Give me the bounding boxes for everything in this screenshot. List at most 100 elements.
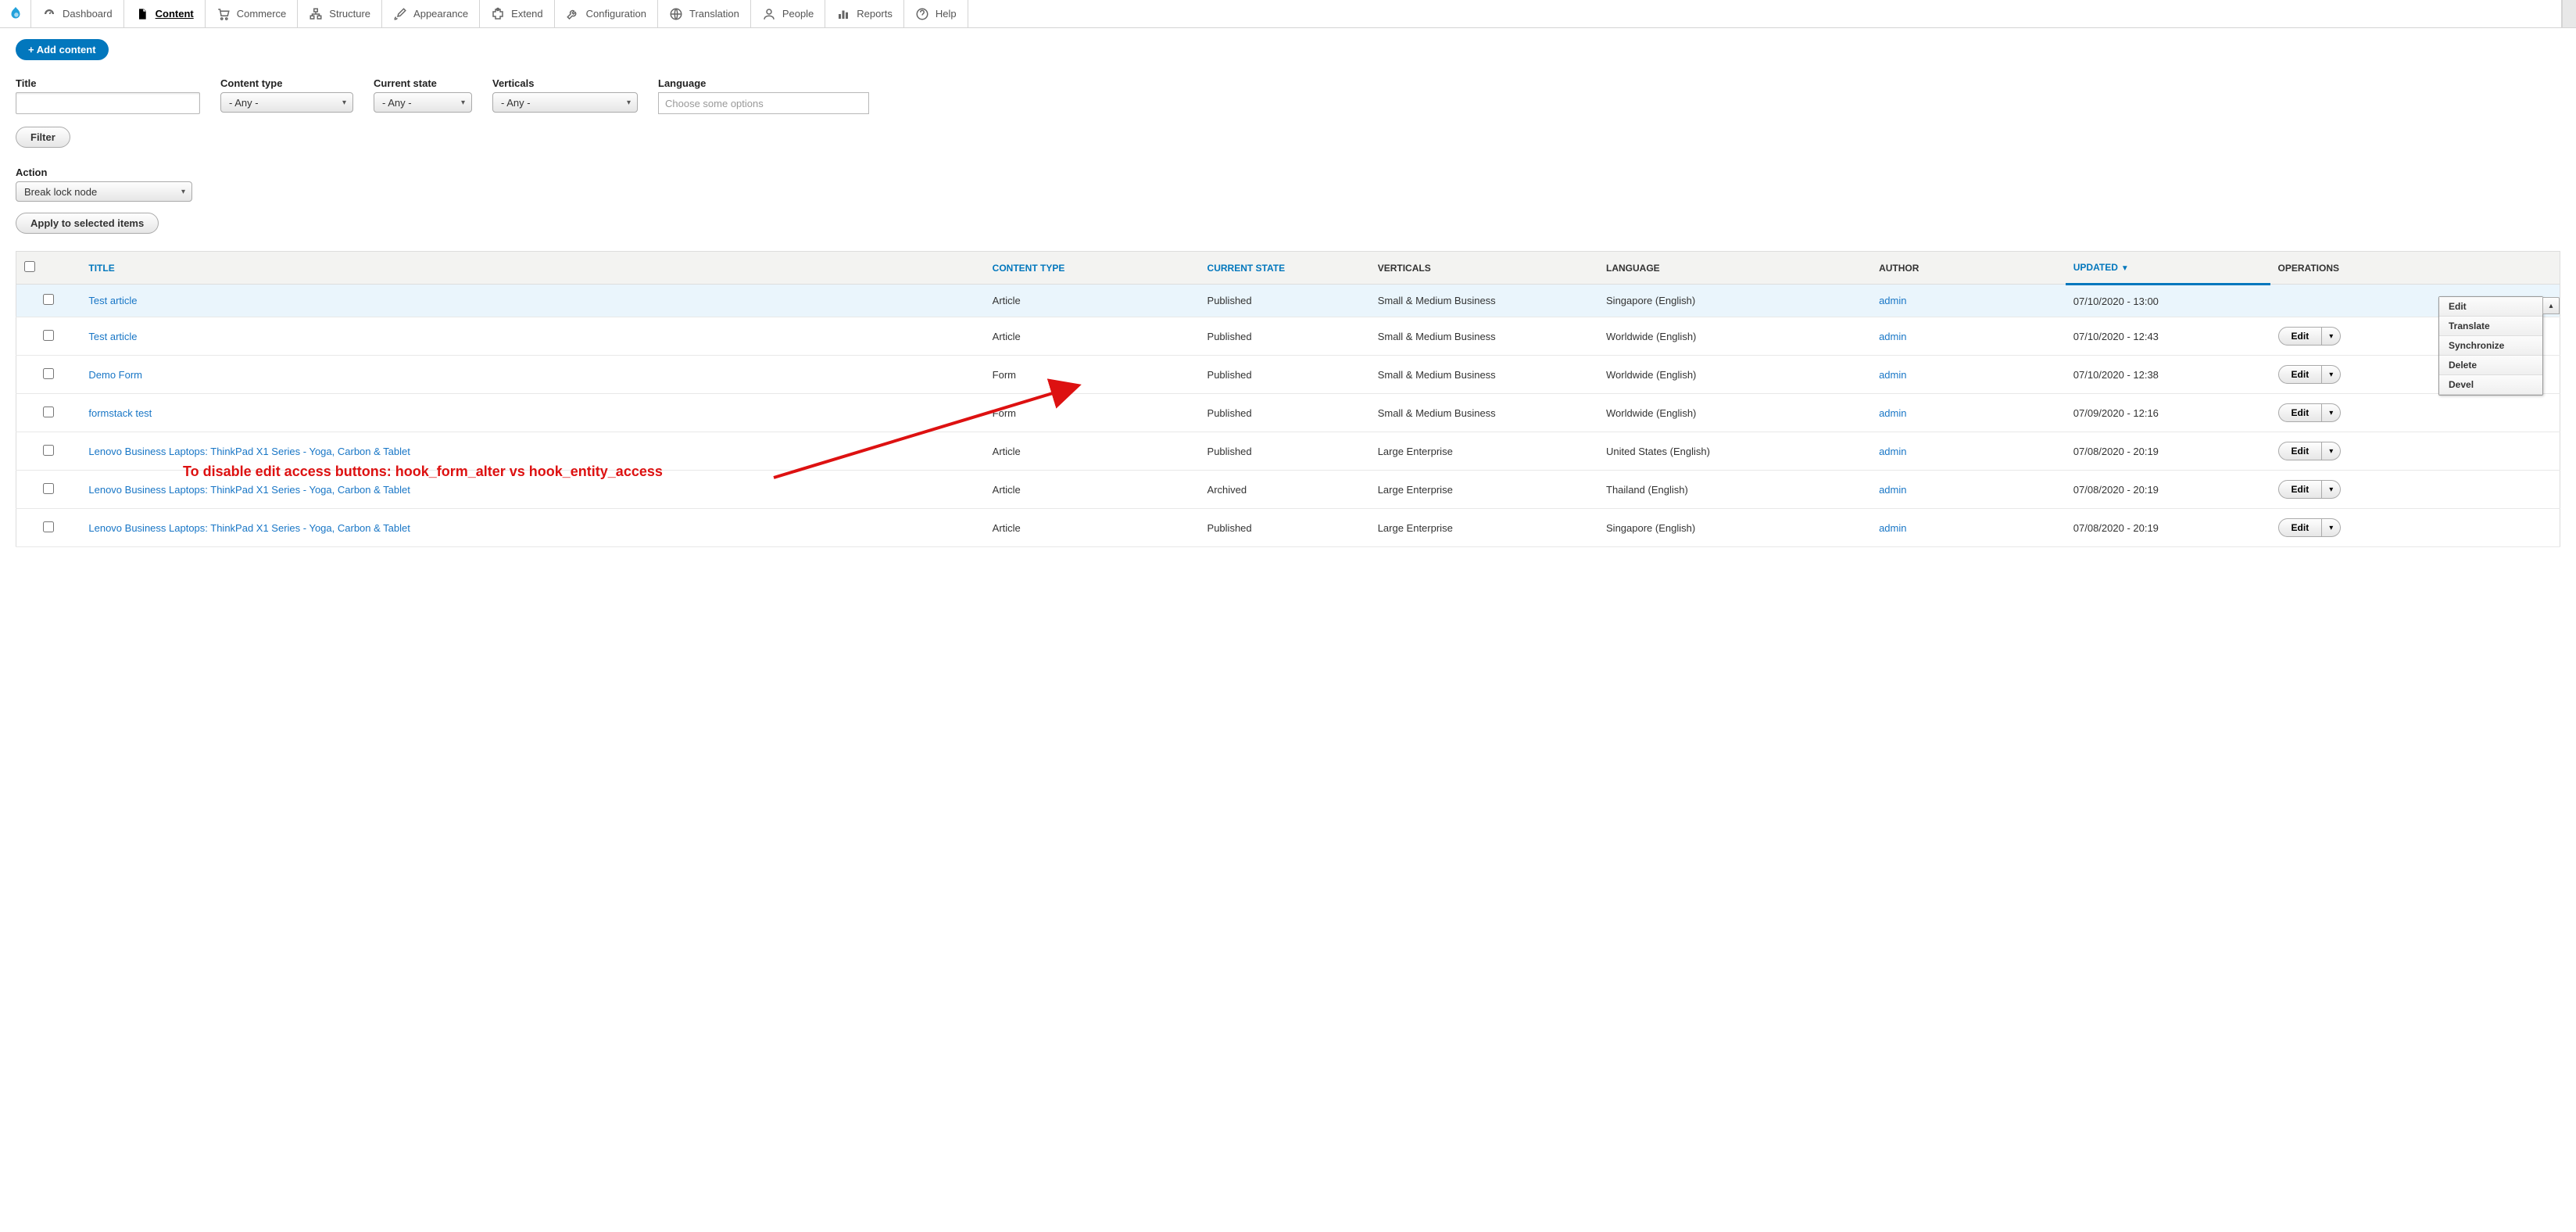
- row-verticals: Small & Medium Business: [1370, 317, 1598, 356]
- language-input[interactable]: Choose some options: [658, 92, 869, 114]
- row-content-type: Article: [985, 509, 1200, 547]
- toolbar-dashboard[interactable]: Dashboard: [31, 0, 124, 27]
- dd-collapse-icon[interactable]: ▴: [2542, 297, 2560, 314]
- toolbar-people[interactable]: People: [751, 0, 825, 27]
- edit-button[interactable]: Edit: [2278, 365, 2323, 384]
- apply-button[interactable]: Apply to selected items: [16, 213, 159, 234]
- row-operations: Edit▾: [2270, 509, 2560, 547]
- row-checkbox[interactable]: [43, 445, 54, 456]
- toolbar-commerce[interactable]: Commerce: [206, 0, 299, 27]
- row-operations: Edit▾: [2270, 471, 2560, 509]
- row-content-type: Form: [985, 394, 1200, 432]
- edit-dropdown-toggle[interactable]: ▾: [2322, 365, 2341, 384]
- content-type-select[interactable]: - Any -: [220, 92, 353, 113]
- row-author-link[interactable]: admin: [1879, 407, 1906, 419]
- header-title[interactable]: TITLE: [80, 252, 984, 285]
- row-language: Worldwide (English): [1598, 356, 1871, 394]
- row-verticals: Small & Medium Business: [1370, 285, 1598, 317]
- toolbar-structure[interactable]: Structure: [298, 0, 382, 27]
- filter-button[interactable]: Filter: [16, 127, 70, 148]
- edit-dropdown-toggle[interactable]: ▾: [2322, 327, 2341, 346]
- row-title-link[interactable]: Test article: [88, 331, 137, 342]
- row-checkbox[interactable]: [43, 294, 54, 305]
- row-state: Published: [1200, 356, 1370, 394]
- row-checkbox[interactable]: [43, 521, 54, 532]
- dd-delete[interactable]: Delete: [2439, 356, 2542, 375]
- edit-dropdown-toggle[interactable]: ▾: [2322, 403, 2341, 422]
- row-checkbox[interactable]: [43, 330, 54, 341]
- row-content-type: Article: [985, 432, 1200, 471]
- row-content-type: Form: [985, 356, 1200, 394]
- row-language: Singapore (English): [1598, 285, 1871, 317]
- row-author-link[interactable]: admin: [1879, 446, 1906, 457]
- edit-button[interactable]: Edit: [2278, 327, 2323, 346]
- dd-devel[interactable]: Devel: [2439, 375, 2542, 395]
- row-title-link[interactable]: Demo Form: [88, 369, 142, 381]
- toolbar-reports[interactable]: Reports: [825, 0, 904, 27]
- row-title-link[interactable]: formstack test: [88, 407, 152, 419]
- row-state: Archived: [1200, 471, 1370, 509]
- edit-button[interactable]: Edit: [2278, 480, 2323, 499]
- edit-dropdown-toggle[interactable]: ▾: [2322, 480, 2341, 499]
- person-icon: [762, 7, 776, 21]
- operations-dropdown: Edit Translate Synchronize Delete Devel …: [2438, 296, 2543, 396]
- row-checkbox[interactable]: [43, 483, 54, 494]
- edit-button[interactable]: Edit: [2278, 442, 2323, 460]
- row-verticals: Large Enterprise: [1370, 471, 1598, 509]
- row-checkbox[interactable]: [43, 368, 54, 379]
- header-operations: OPERATIONS: [2270, 252, 2560, 285]
- add-content-button[interactable]: + Add content: [16, 39, 109, 60]
- verticals-select[interactable]: - Any -: [492, 92, 638, 113]
- row-author-link[interactable]: admin: [1879, 331, 1906, 342]
- select-all-checkbox[interactable]: [24, 261, 35, 272]
- row-author-link[interactable]: admin: [1879, 369, 1906, 381]
- toolbar-spacer: [968, 0, 2562, 27]
- verticals-label: Verticals: [492, 77, 638, 89]
- table-row: Test article Article Published Small & M…: [16, 285, 2560, 317]
- toolbar-extend[interactable]: Extend: [480, 0, 554, 27]
- row-title-link[interactable]: Lenovo Business Laptops: ThinkPad X1 Ser…: [88, 446, 410, 457]
- edit-dropdown-toggle[interactable]: ▾: [2322, 518, 2341, 537]
- row-author-link[interactable]: admin: [1879, 484, 1906, 496]
- row-updated: 07/10/2020 - 12:38: [2066, 356, 2270, 394]
- header-updated[interactable]: UPDATED▼: [2066, 252, 2270, 285]
- dd-synchronize[interactable]: Synchronize: [2439, 336, 2542, 356]
- toolbar-translation[interactable]: Translation: [658, 0, 751, 27]
- toolbar-appearance[interactable]: Appearance: [382, 0, 480, 27]
- edit-button[interactable]: Edit: [2278, 403, 2323, 422]
- header-language: LANGUAGE: [1598, 252, 1871, 285]
- toolbar-handle[interactable]: [2562, 0, 2576, 27]
- edit-button[interactable]: Edit: [2278, 518, 2323, 537]
- toolbar-configuration[interactable]: Configuration: [555, 0, 658, 27]
- action-label: Action: [16, 167, 2560, 178]
- dd-translate[interactable]: Translate: [2439, 317, 2542, 336]
- title-input[interactable]: [16, 92, 200, 114]
- hierarchy-icon: [309, 7, 323, 21]
- dd-edit[interactable]: Edit: [2439, 297, 2542, 317]
- drupal-logo[interactable]: [0, 0, 31, 27]
- row-content-type: Article: [985, 285, 1200, 317]
- brush-icon: [393, 7, 407, 21]
- row-state: Published: [1200, 509, 1370, 547]
- row-title-link[interactable]: Lenovo Business Laptops: ThinkPad X1 Ser…: [88, 484, 410, 496]
- edit-dropdown-toggle[interactable]: ▾: [2322, 442, 2341, 460]
- row-author-link[interactable]: admin: [1879, 295, 1906, 306]
- row-state: Published: [1200, 285, 1370, 317]
- row-checkbox[interactable]: [43, 406, 54, 417]
- row-verticals: Small & Medium Business: [1370, 394, 1598, 432]
- row-language: United States (English): [1598, 432, 1871, 471]
- select-all-header: [16, 252, 81, 285]
- row-verticals: Small & Medium Business: [1370, 356, 1598, 394]
- action-select[interactable]: Break lock node: [16, 181, 192, 202]
- toolbar-help[interactable]: Help: [904, 0, 968, 27]
- row-title-link[interactable]: Lenovo Business Laptops: ThinkPad X1 Ser…: [88, 522, 410, 534]
- row-state: Published: [1200, 394, 1370, 432]
- row-title-link[interactable]: Test article: [88, 295, 137, 306]
- filter-current-state: Current state - Any -: [374, 77, 472, 114]
- row-author-link[interactable]: admin: [1879, 522, 1906, 534]
- row-language: Worldwide (English): [1598, 394, 1871, 432]
- toolbar-content[interactable]: Content: [124, 0, 206, 27]
- current-state-select[interactable]: - Any -: [374, 92, 472, 113]
- header-current-state[interactable]: CURRENT STATE: [1200, 252, 1370, 285]
- header-content-type[interactable]: CONTENT TYPE: [985, 252, 1200, 285]
